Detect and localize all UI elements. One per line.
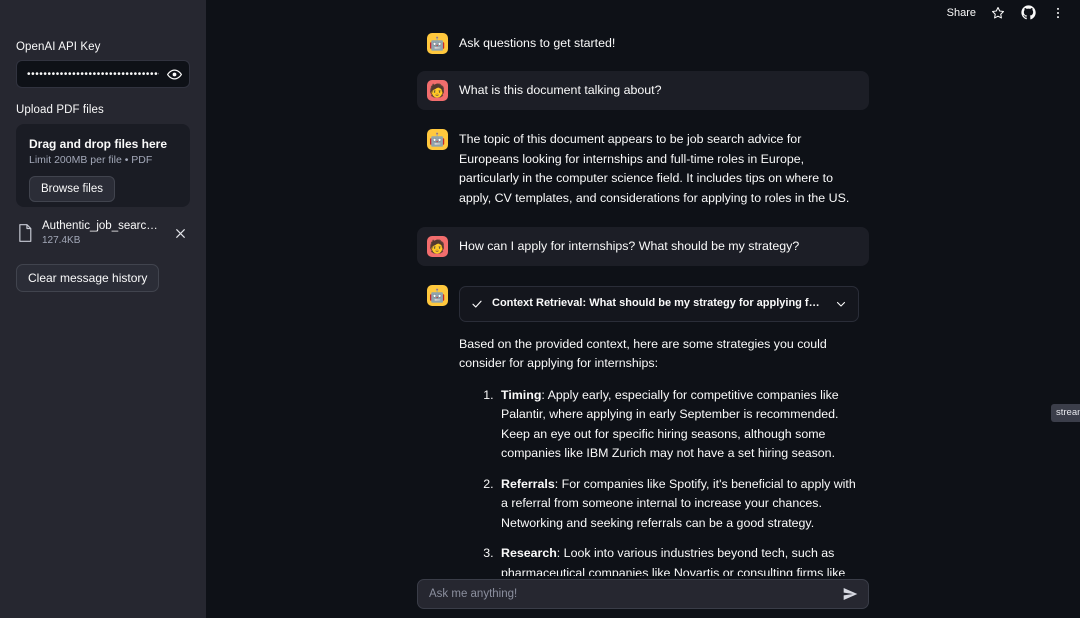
dropzone-limit: Limit 200MB per file • PDF: [29, 154, 153, 166]
eye-icon[interactable]: [166, 66, 182, 82]
file-dropzone[interactable]: Drag and drop files here Limit 200MB per…: [16, 124, 190, 207]
assistant-avatar-icon: 🤖: [427, 285, 448, 306]
upload-label: Upload PDF files: [16, 104, 104, 116]
answer-intro: Based on the provided context, here are …: [459, 336, 827, 371]
list-item: Timing: Apply early, especially for comp…: [497, 386, 859, 464]
chat-input[interactable]: Ask me anything!: [417, 579, 869, 609]
close-icon[interactable]: [172, 225, 188, 241]
share-button[interactable]: Share: [947, 7, 976, 19]
streamlit-app: OpenAI API Key •••••••••••••••••••••••••…: [0, 0, 1080, 618]
list-item: Research: Look into various industries b…: [497, 544, 859, 576]
uploaded-file-item: Authentic_job_search_e… 127.4KB: [16, 216, 190, 250]
api-key-value: ••••••••••••••••••••••••••••••••••••••••…: [27, 70, 159, 80]
file-name: Authentic_job_search_e…: [42, 220, 164, 232]
send-icon[interactable]: [840, 584, 860, 604]
list-item-text: : For companies like Spotify, it's benef…: [501, 476, 856, 530]
assistant-avatar-icon: 🤖: [427, 129, 448, 150]
dropzone-title: Drag and drop files here: [29, 137, 168, 151]
chevron-down-icon[interactable]: [835, 298, 847, 310]
chat-message-assistant: 🤖 Ask questions to get started!: [417, 24, 869, 63]
more-vertical-icon[interactable]: [1050, 5, 1066, 21]
top-toolbar: Share: [947, 0, 1080, 25]
chat-message-user: 🧑 What is this document talking about?: [417, 71, 869, 110]
file-meta: Authentic_job_search_e… 127.4KB: [42, 219, 164, 247]
api-key-label: OpenAI API Key: [16, 41, 101, 53]
answer-strategy-list: Timing: Apply early, especially for comp…: [459, 386, 859, 577]
user-avatar-icon: 🧑: [427, 80, 448, 101]
file-size: 127.4KB: [42, 235, 81, 246]
app-tooltip: streamlitApp: [1051, 404, 1080, 422]
chat-message-assistant-answer: 🤖 Context Retrieval: What should be my s…: [417, 276, 869, 576]
user-avatar-icon: 🧑: [427, 236, 448, 257]
chat-messages: 🤖 Ask questions to get started! 🧑 What i…: [206, 0, 1080, 576]
star-icon[interactable]: [990, 5, 1006, 21]
api-key-input[interactable]: ••••••••••••••••••••••••••••••••••••••••…: [16, 60, 190, 88]
context-retrieval-expander[interactable]: Context Retrieval: What should be my str…: [459, 286, 859, 322]
assistant-avatar-icon: 🤖: [427, 33, 448, 54]
list-item-text: : Apply early, especially for competitiv…: [501, 387, 839, 461]
chat-message-user: 🧑 How can I apply for internships? What …: [417, 227, 869, 266]
message-text: What is this document talking about?: [459, 83, 662, 97]
browse-files-button[interactable]: Browse files: [29, 176, 115, 202]
document-icon: [16, 223, 34, 243]
clear-message-history-button[interactable]: Clear message history: [16, 264, 160, 292]
main-content: Share 🤖 Ask questions to get started! 🧑 …: [206, 0, 1080, 618]
message-text: Ask questions to get started!: [459, 36, 616, 50]
message-text: How can I apply for internships? What sh…: [459, 239, 800, 253]
check-icon: [471, 298, 483, 310]
message-text: The topic of this document appears to be…: [459, 132, 850, 205]
list-item: Referrals: For companies like Spotify, i…: [497, 475, 859, 534]
expander-label: Context Retrieval: What should be my str…: [492, 297, 826, 309]
chat-message-assistant: 🤖 The topic of this document appears to …: [417, 120, 869, 217]
github-icon[interactable]: [1020, 5, 1036, 21]
answer-body: Context Retrieval: What should be my str…: [459, 285, 859, 576]
chat-input-placeholder[interactable]: Ask me anything!: [429, 588, 840, 600]
list-item-title: Research: [501, 546, 557, 560]
list-item-title: Referrals: [501, 476, 555, 491]
sidebar: OpenAI API Key •••••••••••••••••••••••••…: [0, 0, 206, 618]
list-item-title: Timing: [501, 387, 542, 402]
